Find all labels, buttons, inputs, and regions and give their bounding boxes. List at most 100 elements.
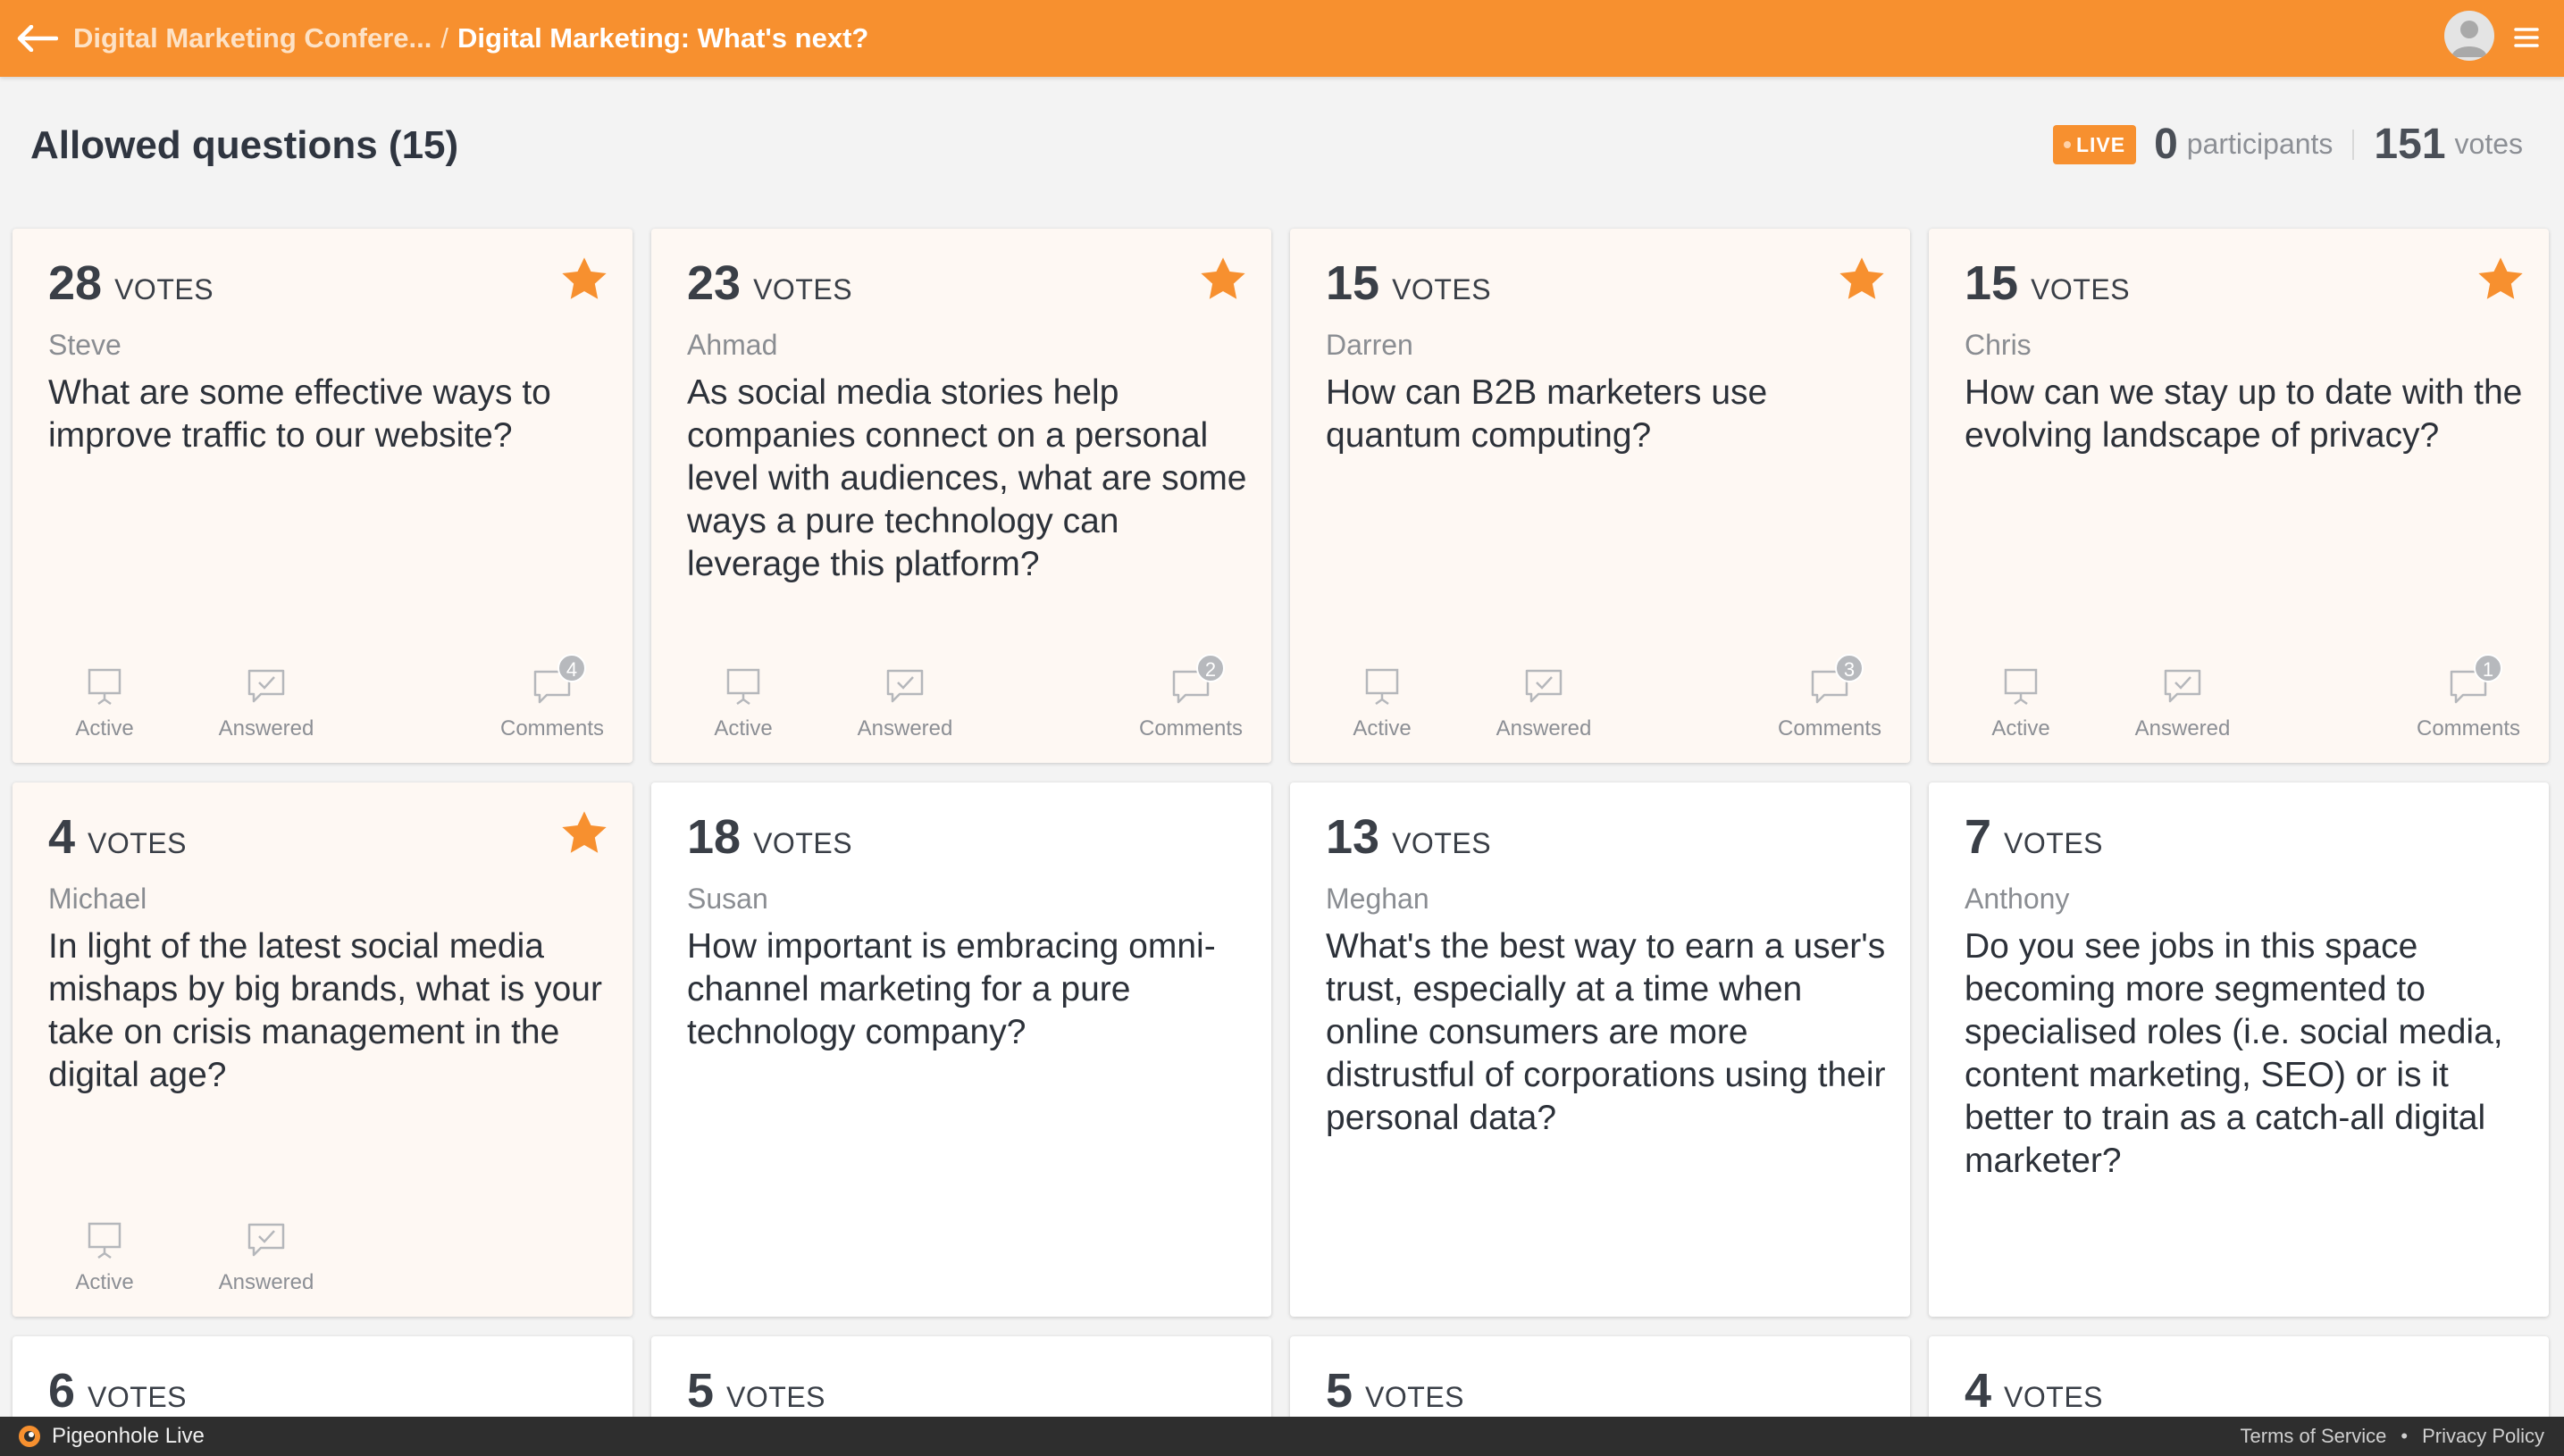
check-bubble-icon <box>885 666 925 706</box>
question-card[interactable]: 23 VOTES Ahmad As social media stories help… <box>651 229 1271 763</box>
question-card[interactable]: 7 VOTES Anthony Do you see jobs in this spa… <box>1929 782 2549 1317</box>
comments-label: Comments <box>499 716 605 741</box>
vote-count: 6 <box>48 1364 76 1418</box>
comment-icon: 3 <box>1810 654 1864 706</box>
vote-count: 7 <box>1965 810 1992 864</box>
mark-active-button[interactable]: Active <box>54 1220 155 1295</box>
question-actions: Active Answered 1 Comments <box>1929 654 2549 741</box>
stats-divider <box>2352 129 2355 160</box>
live-badge: LIVE <box>2052 124 2137 164</box>
footer: Pigeonhole Live Terms of Service • Priva… <box>0 1417 2564 1456</box>
question-author: Michael <box>48 883 147 915</box>
star-icon[interactable] <box>1835 254 1889 305</box>
question-actions: Active Answered 2 Comments <box>651 654 1271 741</box>
user-avatar[interactable] <box>2444 11 2494 61</box>
mark-active-button[interactable]: Active <box>1970 666 2072 741</box>
answered-label: Answered <box>1496 716 1592 741</box>
votes-count: 151 <box>2374 121 2446 168</box>
question-card[interactable]: 4 VOTES Michael In light of the latest soci… <box>13 782 633 1317</box>
presentation-icon <box>724 666 763 706</box>
active-label: Active <box>75 1270 134 1294</box>
privacy-link[interactable]: Privacy Policy <box>2422 1425 2544 1448</box>
vote-count-line: 4 VOTES <box>48 809 187 865</box>
votes-label: VOTES <box>1392 827 1492 859</box>
mark-answered-button[interactable]: Answered <box>1481 666 1606 741</box>
question-text: What's the best way to earn a user's tru… <box>1326 927 1886 1137</box>
vote-count-line: 7 VOTES <box>1965 809 2103 865</box>
vote-count: 5 <box>687 1364 715 1418</box>
question-author: Meghan <box>1326 883 1429 915</box>
question-author: Anthony <box>1965 883 2070 915</box>
comments-button[interactable]: 3 Comments <box>1767 654 1892 741</box>
pigeonhole-logo-icon <box>19 1426 40 1447</box>
breadcrumb-separator: / <box>440 22 448 54</box>
footer-dot: • <box>2401 1425 2409 1447</box>
mark-active-button[interactable]: Active <box>54 666 155 741</box>
mark-answered-button[interactable]: Answered <box>204 666 329 741</box>
presentation-icon <box>85 666 124 706</box>
hamburger-menu-icon[interactable] <box>2512 23 2544 52</box>
page-title: Allowed questions (15) <box>30 123 459 167</box>
votes-label: VOTES <box>1365 1381 1465 1413</box>
question-text: How can B2B marketers use quantum comput… <box>1326 373 1768 455</box>
terms-link[interactable]: Terms of Service <box>2241 1425 2387 1448</box>
star-icon[interactable] <box>557 807 611 859</box>
question-card[interactable]: 18 VOTES Susan How important is embracing o… <box>651 782 1271 1317</box>
votes-label: votes <box>2454 128 2523 160</box>
mark-answered-button[interactable]: Answered <box>2120 666 2245 741</box>
question-card[interactable]: 15 VOTES Darren How can B2B marketers use q… <box>1290 229 1910 763</box>
comments-label: Comments <box>1138 716 1244 741</box>
comment-count-badge: 3 <box>1835 654 1864 682</box>
question-author: Steve <box>48 329 121 361</box>
star-icon[interactable] <box>1196 254 1250 305</box>
breadcrumb-parent[interactable]: Digital Marketing Confere... <box>73 22 432 54</box>
presentation-icon <box>1362 666 1402 706</box>
votes-label: VOTES <box>753 273 853 305</box>
question-text: As social media stories help companies c… <box>687 373 1247 583</box>
answered-label: Answered <box>218 716 314 741</box>
vote-count-line: 5 VOTES <box>687 1363 825 1418</box>
question-text: How can we stay up to date with the evol… <box>1965 373 2523 455</box>
answered-label: Answered <box>218 1270 314 1294</box>
mark-answered-button[interactable]: Answered <box>204 1220 329 1295</box>
vote-count-line: 18 VOTES <box>687 809 852 865</box>
mark-active-button[interactable]: Active <box>692 666 794 741</box>
vote-count: 18 <box>687 810 742 864</box>
check-bubble-icon <box>2163 666 2202 706</box>
comment-count-badge: 2 <box>1196 654 1225 682</box>
votes-label: VOTES <box>753 827 853 859</box>
question-card[interactable]: 15 VOTES Chris How can we stay up to date w… <box>1929 229 2549 763</box>
vote-count-line: 4 VOTES <box>1965 1363 2103 1418</box>
question-author: Ahmad <box>687 329 778 361</box>
active-label: Active <box>1353 716 1412 741</box>
star-icon[interactable] <box>2474 254 2527 305</box>
votes-label: VOTES <box>2031 273 2131 305</box>
question-author: Darren <box>1326 329 1413 361</box>
vote-count: 4 <box>48 810 76 864</box>
vote-count: 23 <box>687 256 742 310</box>
comments-button[interactable]: 1 Comments <box>2406 654 2531 741</box>
comment-count-badge: 1 <box>2474 654 2502 682</box>
mark-active-button[interactable]: Active <box>1331 666 1433 741</box>
footer-brand[interactable]: Pigeonhole Live <box>52 1424 205 1449</box>
presentation-icon <box>2001 666 2040 706</box>
vote-count-line: 15 VOTES <box>1326 255 1491 311</box>
vote-count-line: 15 VOTES <box>1965 255 2130 311</box>
vote-count: 15 <box>1326 256 1380 310</box>
star-icon[interactable] <box>557 254 611 305</box>
question-text: Do you see jobs in this space becoming m… <box>1965 927 2503 1180</box>
votes-label: VOTES <box>726 1381 826 1413</box>
comments-button[interactable]: 4 Comments <box>490 654 615 741</box>
session-stats: LIVE 0 participants 151 votes <box>2052 120 2523 169</box>
votes-label: VOTES <box>2004 827 2104 859</box>
question-card[interactable]: 13 VOTES Meghan What's the best way to earn… <box>1290 782 1910 1317</box>
mark-answered-button[interactable]: Answered <box>842 666 968 741</box>
back-arrow-icon[interactable] <box>14 15 61 62</box>
comment-icon: 2 <box>1171 654 1225 706</box>
vote-count: 13 <box>1326 810 1380 864</box>
participants-count: 0 <box>2154 121 2178 168</box>
question-card[interactable]: 28 VOTES Steve What are some effective ways… <box>13 229 633 763</box>
comments-button[interactable]: 2 Comments <box>1128 654 1253 741</box>
vote-count-line: 6 VOTES <box>48 1363 187 1418</box>
comment-icon: 4 <box>532 654 586 706</box>
